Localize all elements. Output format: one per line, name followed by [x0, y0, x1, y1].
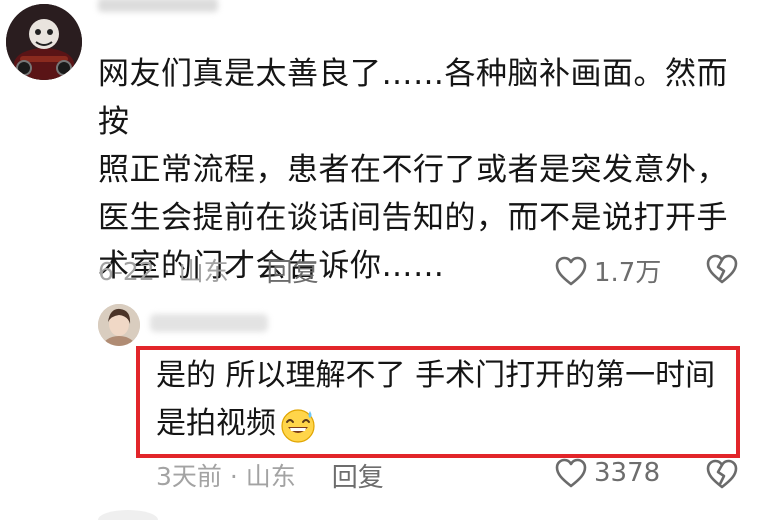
reply-button[interactable]: 回复: [267, 252, 319, 289]
broken-heart-icon[interactable]: [705, 458, 739, 490]
heart-outline-icon[interactable]: [554, 457, 588, 489]
reply-date-location: 3天前 · 山东: [156, 462, 296, 491]
comment-actions: 6-22 · 山东 回复 1.7万: [98, 250, 758, 290]
reply-button[interactable]: 回复: [332, 457, 384, 494]
sweat-smile-emoji: [278, 405, 318, 445]
reply-text: 是的 所以理解不了 手术门打开的第一时间 是拍视频: [156, 352, 740, 448]
username-blurred[interactable]: [98, 0, 218, 12]
like-count: 3378: [594, 458, 661, 488]
broken-heart-icon[interactable]: [705, 253, 739, 285]
reply-text-content: 是的 所以理解不了 手术门打开的第一时间 是拍视频: [156, 358, 716, 441]
comment-thread: 网友们真是太善良了……各种脑补画面。然而按 照正常流程，患者在不行了或者是突发意…: [0, 0, 776, 520]
reply-actions: 3天前 · 山东 回复 3378: [156, 455, 756, 495]
next-comment-avatar-partial: [98, 510, 158, 520]
like-count: 1.7万: [594, 258, 662, 288]
avatar[interactable]: [6, 4, 82, 80]
reply-username-blurred[interactable]: [150, 314, 268, 332]
reply-avatar[interactable]: [98, 304, 140, 346]
comment-date-location: 6-22 · 山东: [98, 257, 229, 286]
heart-outline-icon[interactable]: [554, 255, 588, 287]
